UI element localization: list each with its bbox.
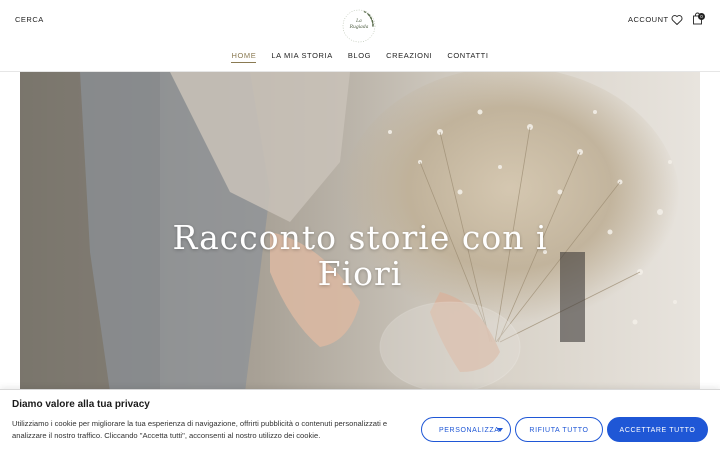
logo-text-line2: Rugiada bbox=[349, 25, 369, 30]
hero-banner: Racconto storie con i Fiori bbox=[20, 72, 700, 392]
site-logo[interactable]: La Rugiada bbox=[339, 7, 379, 45]
nav-item-creazioni[interactable]: CREAZIONI bbox=[386, 51, 432, 63]
nav-item-blog[interactable]: BLOG bbox=[348, 51, 371, 63]
nav-item-la-mia-storia[interactable]: LA MIA STORIA bbox=[271, 51, 332, 63]
site-header: CERCA La Rugiada ACCOUNT 0 HOME LA MIA S bbox=[0, 0, 720, 72]
cart-count-badge: 0 bbox=[698, 13, 705, 20]
hero-title-line1: Racconto storie con i bbox=[172, 218, 548, 257]
cookie-description: Utilizziamo i cookie per migliorare la t… bbox=[12, 419, 388, 440]
search-link[interactable]: CERCA bbox=[15, 15, 44, 24]
customize-cookies-label: PERSONALIZZA bbox=[439, 427, 500, 434]
customize-cookies-button[interactable]: PERSONALIZZA bbox=[421, 417, 511, 442]
cookie-consent-banner: Diamo valore alla tua privacy Utilizziam… bbox=[0, 389, 720, 450]
accept-all-button[interactable]: ACCETTARE TUTTO bbox=[607, 417, 708, 442]
nav-item-home[interactable]: HOME bbox=[231, 51, 257, 63]
cookie-title: Diamo valore alla tua privacy bbox=[12, 399, 150, 410]
caret-down-icon bbox=[497, 428, 503, 432]
main-navigation: HOME LA MIA STORIA BLOG CREAZIONI CONTAT… bbox=[0, 51, 720, 65]
heart-icon[interactable] bbox=[671, 13, 683, 25]
logo-text: La Rugiada bbox=[339, 19, 379, 31]
nav-item-contatti[interactable]: CONTATTI bbox=[447, 51, 488, 63]
account-link[interactable]: ACCOUNT bbox=[628, 15, 669, 24]
reject-all-button[interactable]: RIFIUTA TUTTO bbox=[515, 417, 603, 442]
hero-title-line2: Fiori bbox=[317, 254, 403, 293]
hero-title: Racconto storie con i Fiori bbox=[170, 220, 550, 292]
